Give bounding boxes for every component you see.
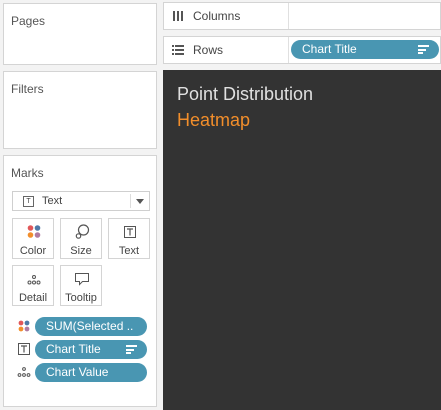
color-icon (18, 320, 30, 332)
mark-type-label: Text (42, 195, 63, 207)
text-icon (124, 226, 136, 238)
size-icon (75, 224, 90, 239)
rows-icon (172, 45, 184, 55)
sort-icon (418, 45, 429, 54)
text-label: Text (118, 245, 140, 257)
rows-shelf[interactable]: Rows Chart Title (163, 36, 441, 64)
filters-card[interactable]: Filters (3, 71, 157, 149)
rows-label: Rows (193, 43, 224, 57)
columns-shelf-label: Columns (172, 9, 282, 23)
pill-label: SUM(Selected .. (46, 319, 134, 333)
size-button[interactable]: Size (60, 218, 102, 259)
text-button[interactable]: Text (108, 218, 150, 259)
detail-icon (27, 275, 41, 285)
text-icon (18, 343, 30, 355)
sort-icon (126, 345, 137, 354)
dropdown-divider (130, 194, 131, 208)
tooltip-icon (75, 273, 89, 286)
pages-title: Pages (11, 14, 46, 28)
columns-label: Columns (193, 9, 241, 23)
shelf-divider (288, 3, 289, 29)
marks-card: Marks T Text Color Size Text Detail Tool… (3, 155, 157, 407)
viz-title: Point Distribution (177, 84, 314, 104)
shelf-divider (288, 37, 289, 63)
filters-title: Filters (11, 82, 44, 96)
color-label: Color (19, 245, 47, 257)
columns-shelf[interactable]: Columns (163, 2, 441, 30)
pages-card[interactable]: Pages (3, 3, 157, 65)
tooltip-label: Tooltip (65, 292, 97, 304)
size-label: Size (70, 245, 92, 257)
viz-subtitle: Heatmap (177, 110, 251, 130)
detail-field-pill[interactable]: Chart Value (35, 363, 147, 382)
rows-field-pill[interactable]: Chart Title (291, 40, 439, 59)
detail-label: Detail (18, 292, 48, 304)
detail-icon (17, 367, 31, 377)
columns-icon (173, 11, 183, 21)
tooltip-button[interactable]: Tooltip (60, 265, 102, 306)
text-mark-icon: T (23, 196, 34, 207)
rows-shelf-label: Rows (172, 43, 282, 57)
color-button[interactable]: Color (12, 218, 54, 259)
pill-label: Chart Title (46, 342, 101, 356)
viz-canvas[interactable]: Point Distribution Heatmap (163, 70, 441, 410)
pill-label: Chart Title (302, 42, 357, 56)
color-icon (27, 225, 41, 238)
pill-label: Chart Value (46, 365, 109, 379)
chevron-down-icon (136, 199, 144, 204)
text-field-pill[interactable]: Chart Title (35, 340, 147, 359)
marks-title: Marks (11, 166, 44, 180)
detail-button[interactable]: Detail (12, 265, 54, 306)
mark-type-dropdown[interactable]: T Text (12, 191, 150, 211)
color-field-pill[interactable]: SUM(Selected .. (35, 317, 147, 336)
